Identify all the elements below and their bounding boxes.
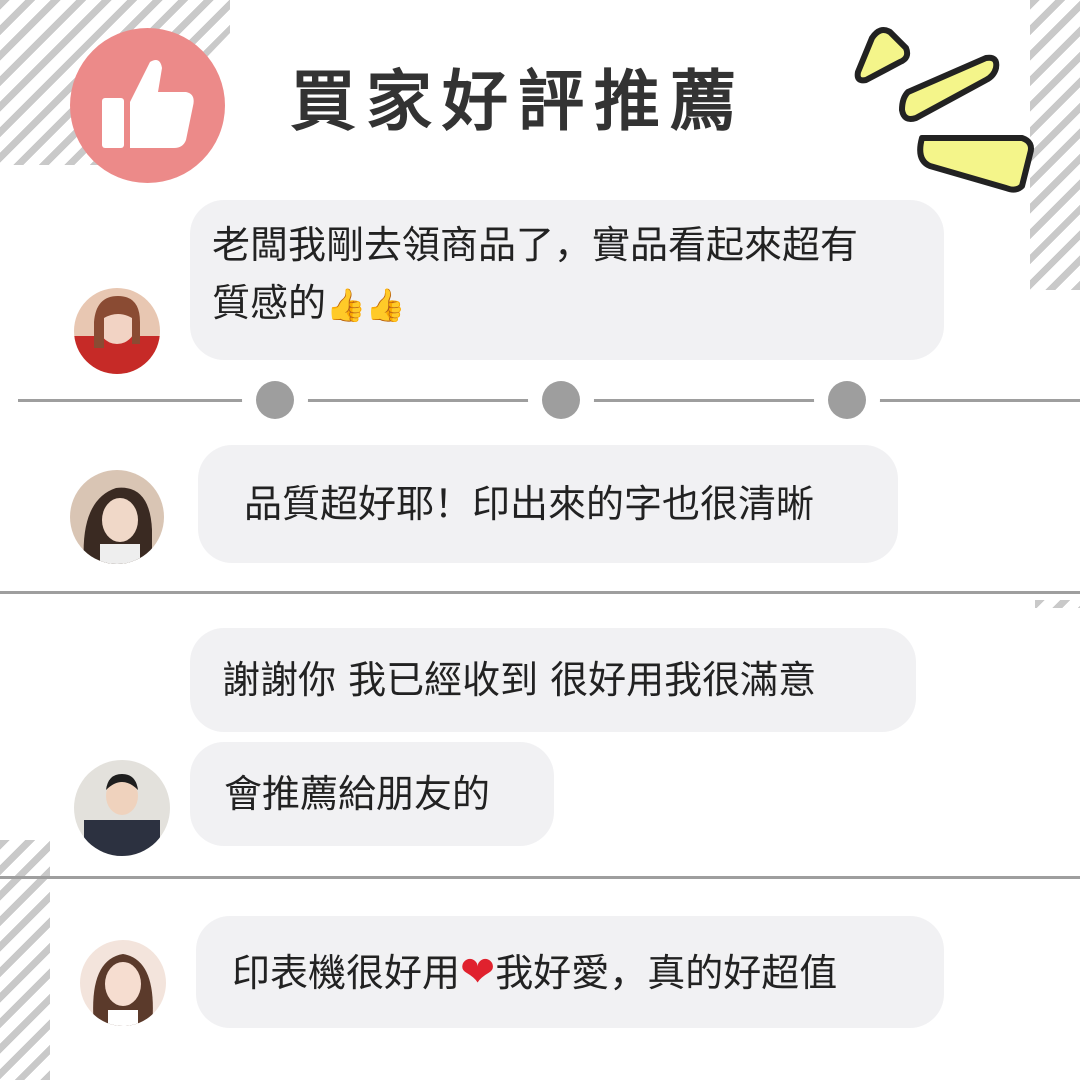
avatar-woman-long-hair-icon (70, 470, 164, 564)
review-text-line: 印表機很好用 (232, 951, 461, 995)
review-text-line: 老闆我剛去領商品了，實品看起來超有 (212, 223, 859, 267)
page-title: 買家好評推薦 (290, 63, 746, 140)
reviewer-avatar (74, 760, 170, 856)
reviewer-avatar (74, 288, 160, 374)
red-heart-emoji-icon: ❤ (460, 947, 496, 996)
review-text-line: 會推薦給朋友的 (224, 772, 491, 816)
review-bubble: 謝謝你 我已經收到 很好用我很滿意 (190, 628, 916, 732)
review-bubble: 印表機很好用❤我好愛，真的好超值 (196, 916, 944, 1028)
review-bubble: 會推薦給朋友的 (190, 742, 554, 846)
thumbs-up-badge (70, 28, 225, 183)
hatch-pattern-right-mid (1035, 600, 1080, 608)
review-text-line: 謝謝你 我已經收到 很好用我很滿意 (222, 658, 817, 702)
divider-line (0, 591, 1080, 594)
divider-line (0, 876, 1080, 879)
reviewer-avatar (70, 470, 164, 564)
review-bubble: 品質超好耶！印出來的字也很清晰 (198, 445, 898, 563)
review-text-line: 品質超好耶！印出來的字也很清晰 (244, 482, 815, 526)
avatar-man-suit-icon (74, 760, 170, 856)
review-text-line: 我好愛，真的好超值 (495, 951, 838, 995)
avatar-woman-smiling-icon (80, 940, 166, 1026)
thumbs-up-emoji-icon: 👍👍 (326, 286, 406, 324)
reviewer-avatar (80, 940, 166, 1026)
divider-dot (828, 381, 866, 419)
review-text-line: 質感的 (212, 281, 327, 325)
divider-dot (542, 381, 580, 419)
review-bubble: 老闆我剛去領商品了，實品看起來超有 質感的👍👍 (190, 200, 944, 360)
avatar-woman-red-dress-icon (74, 288, 160, 374)
sparkle-rays-icon (854, 27, 1034, 193)
divider-dot (256, 381, 294, 419)
thumbs-up-icon (102, 60, 194, 148)
